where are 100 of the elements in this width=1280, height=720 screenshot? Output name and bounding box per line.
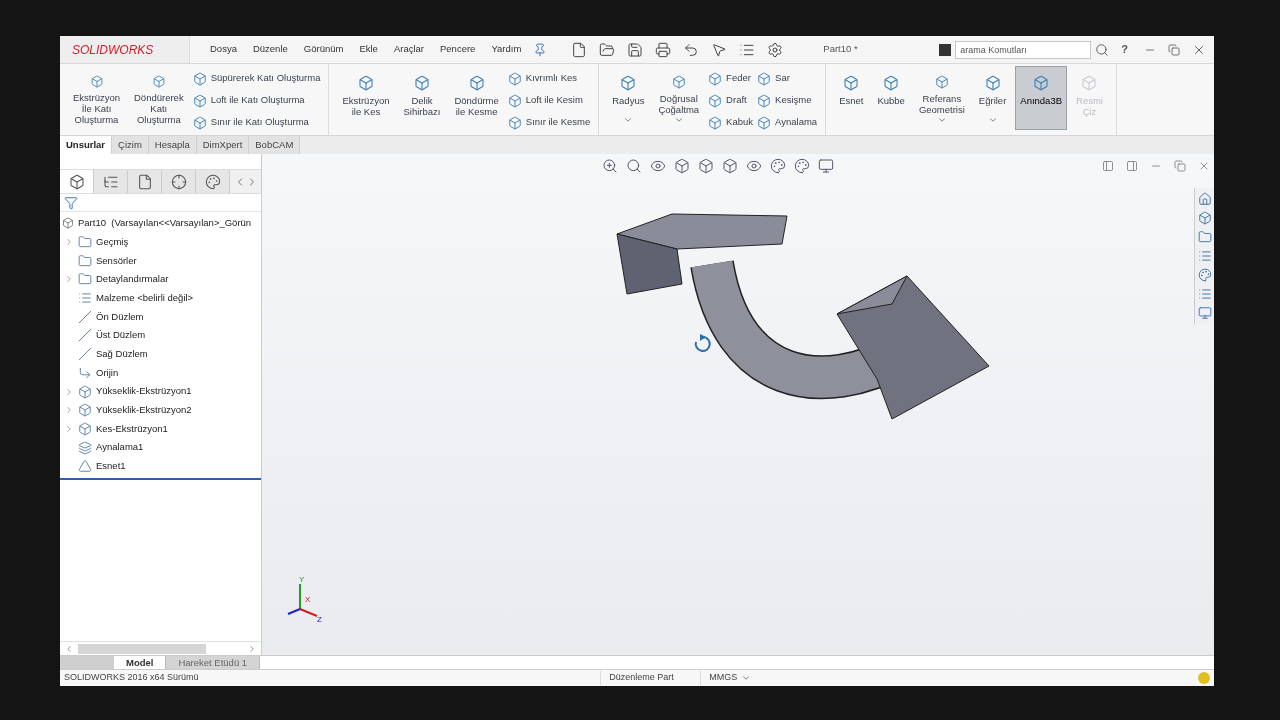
ribbon-button[interactable]: Kesişme — [757, 92, 818, 109]
command-tab[interactable]: DimXpert — [196, 136, 250, 154]
menu-item[interactable]: Araçlar — [393, 42, 424, 57]
tree-item[interactable]: Sensörler — [96, 253, 137, 268]
ribbon-button[interactable]: Delik Sihirbazı — [398, 66, 446, 130]
rotate-icon — [694, 334, 711, 352]
command-tab[interactable]: Çizim — [112, 136, 149, 154]
ribbon-button[interactable]: Doğrusal Çoğaltma — [653, 66, 705, 130]
palette-icon[interactable] — [1197, 268, 1212, 282]
scene-icon[interactable] — [794, 158, 810, 174]
menu-item[interactable]: Pencere — [440, 42, 476, 57]
restore-icon — [1168, 43, 1180, 56]
tree-item[interactable]: Geçmiş — [96, 234, 129, 250]
ribbon-button[interactable]: Referans Geometrisi — [913, 66, 970, 130]
ribbon-button[interactable]: Feder — [708, 70, 754, 87]
cube-icon — [708, 115, 723, 130]
eye-icon[interactable] — [746, 158, 762, 174]
palette-icon[interactable] — [770, 158, 786, 174]
part-icon[interactable] — [60, 170, 94, 193]
ribbon-button[interactable]: Aynalama — [757, 114, 818, 131]
units-button[interactable]: MMGS — [700, 671, 801, 685]
tree-item[interactable]: Aynalama1 — [96, 440, 144, 455]
tree-root[interactable]: Part10 (Varsayılan<<Varsayılan>_Görün — [78, 216, 252, 231]
ribbon-button[interactable]: Sınır ile Kesme — [507, 114, 591, 131]
tree-item[interactable]: Orijin — [96, 365, 119, 380]
ribbon-button[interactable]: Kubbe — [872, 66, 910, 130]
monitor-icon[interactable] — [1197, 306, 1212, 320]
ribbon-button[interactable]: Eğriler — [973, 66, 1012, 130]
pointer-icon[interactable] — [711, 41, 728, 58]
menu-item[interactable]: Ekle — [359, 42, 378, 57]
tree-item[interactable]: Yükseklik-Ekstrüzyon1 — [96, 384, 192, 399]
menu-item[interactable]: Düzenle — [252, 42, 288, 57]
home-icon[interactable] — [1197, 192, 1212, 206]
open-folder-icon[interactable] — [599, 41, 616, 58]
ribbon-button[interactable]: Sar — [757, 70, 818, 87]
cube-icon — [843, 75, 860, 91]
zoom-icon[interactable] — [602, 158, 618, 174]
new-document-icon[interactable] — [571, 41, 588, 58]
print-icon[interactable] — [655, 41, 672, 58]
cube-icon — [757, 93, 772, 108]
tree-item[interactable]: Malzeme <belirli değil> — [96, 290, 194, 306]
axis-label: Z — [317, 615, 322, 624]
command-tab[interactable]: BobCAM — [249, 136, 301, 154]
ribbon-button[interactable]: Ekstrüzyon ile Kes — [337, 66, 395, 130]
ribbon-button[interactable]: Draft — [708, 92, 754, 109]
ribbon-button[interactable]: Döndürme ile Kesme — [449, 66, 504, 130]
cube-icon[interactable] — [674, 158, 690, 174]
cube-icon[interactable] — [1197, 211, 1212, 225]
view-icon[interactable] — [650, 158, 666, 174]
settings-icon[interactable] — [767, 41, 784, 58]
folder-icon[interactable] — [1197, 230, 1212, 244]
model-tab[interactable]: Hareket Etüdü 1 — [166, 656, 261, 669]
ribbon-button[interactable]: Esnet — [834, 66, 869, 130]
tree-item[interactable]: Detaylandırmalar — [96, 272, 169, 287]
ribbon-button[interactable]: Sınır ile Katı Oluşturma — [192, 114, 321, 131]
cube-icon — [507, 71, 522, 86]
folder-icon — [78, 235, 92, 250]
ribbon-button[interactable]: Loft ile Katı Oluşturma — [192, 92, 321, 109]
ribbon-button[interactable]: Ekstrüzyon İle Katı Oluşturma — [68, 66, 125, 130]
origin-icon — [78, 365, 92, 380]
menu-item[interactable]: Görünüm — [303, 42, 344, 57]
ribbon-button[interactable]: Döndürerek Katı Oluşturma — [129, 66, 189, 130]
menu-item[interactable]: Yardım — [491, 42, 522, 57]
scroll-right-icon — [247, 643, 257, 654]
search-field[interactable]: arama Komutları — [955, 40, 1092, 59]
ribbon-button[interactable]: Kıvrımlı Kes — [507, 70, 591, 87]
tree-item[interactable]: Yükseklik-Ekstrüzyon2 — [96, 403, 192, 418]
tree-item[interactable]: Ön Düzlem — [96, 309, 144, 324]
ribbon-button[interactable]: Loft ile Kesim — [507, 92, 591, 109]
document-icon[interactable] — [128, 170, 162, 193]
tree-icon[interactable] — [94, 170, 128, 193]
crosshair-icon[interactable] — [162, 170, 196, 193]
menu-item[interactable]: Dosya — [210, 42, 237, 57]
cube-icon — [192, 71, 207, 86]
scroll-left-icon — [64, 643, 74, 654]
monitor-icon[interactable] — [818, 158, 834, 174]
ribbon-button[interactable]: Radyus — [607, 66, 650, 130]
undo-icon[interactable] — [683, 41, 700, 58]
ribbon-button[interactable]: Anında3B — [1015, 66, 1068, 130]
caret-icon — [936, 115, 947, 125]
caret-icon — [623, 115, 634, 125]
cube-icon — [984, 75, 1001, 91]
part-icon — [62, 217, 74, 230]
tree-item[interactable]: Üst Düzlem — [96, 328, 146, 343]
scrollbar-thumb[interactable] — [78, 643, 206, 654]
help-button[interactable]: ? — [1121, 41, 1128, 58]
ribbon-button[interactable]: Kabuk — [708, 114, 754, 131]
tree-item[interactable]: Kes-Ekstrüzyon1 — [96, 421, 168, 437]
graphics-area[interactable]: Y X Z — [262, 154, 1214, 655]
command-tab[interactable]: Hesapla — [148, 136, 197, 154]
zoom-area-icon[interactable] — [626, 158, 642, 174]
search-icon — [1095, 42, 1110, 57]
tree-item[interactable]: Sağ Düzlem — [96, 347, 148, 362]
cube-icon — [1033, 75, 1050, 91]
cube-icon — [620, 75, 637, 91]
ribbon-button[interactable]: Süpürerek Katı Oluşturma — [192, 70, 321, 87]
save-icon[interactable] — [627, 41, 644, 58]
command-tab[interactable]: Unsurlar — [60, 136, 113, 154]
panel-icon — [1126, 160, 1138, 172]
tree-item[interactable]: Esnet1 — [96, 459, 126, 474]
